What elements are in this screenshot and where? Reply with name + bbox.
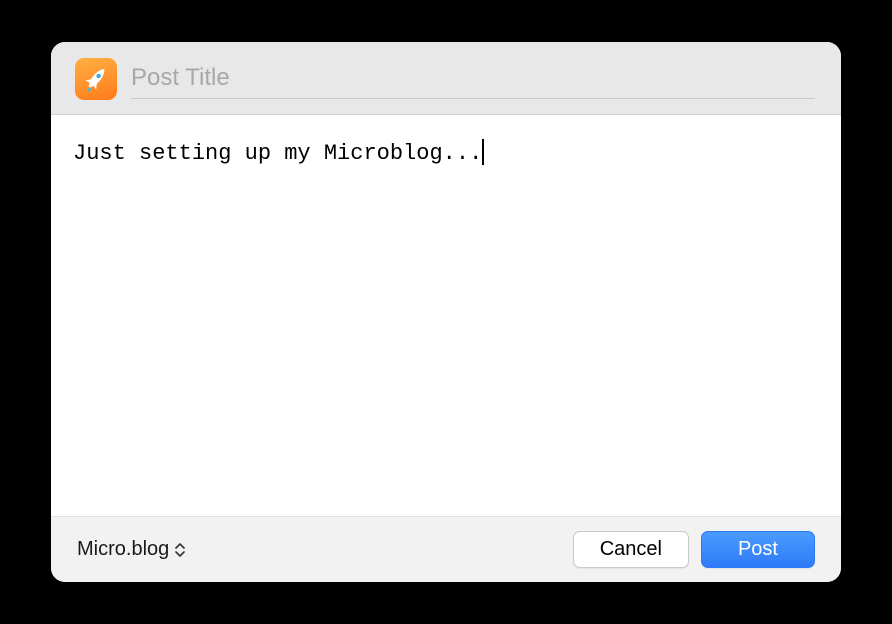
compose-window: Just setting up my Microblog... Micro.bl… [51, 42, 841, 582]
service-selector[interactable]: Micro.blog [77, 538, 185, 561]
post-body-text: Just setting up my Microblog... [73, 141, 482, 166]
text-cursor [482, 139, 484, 165]
header-bar [51, 42, 841, 115]
footer-bar: Micro.blog Cancel Post [51, 516, 841, 582]
post-title-input[interactable] [131, 60, 815, 99]
cancel-button[interactable]: Cancel [573, 531, 689, 568]
updown-icon [175, 543, 185, 557]
app-icon [75, 58, 117, 100]
post-body-area[interactable]: Just setting up my Microblog... [51, 115, 841, 516]
post-button[interactable]: Post [701, 531, 815, 568]
rocket-icon [81, 64, 111, 94]
service-label: Micro.blog [77, 538, 169, 561]
